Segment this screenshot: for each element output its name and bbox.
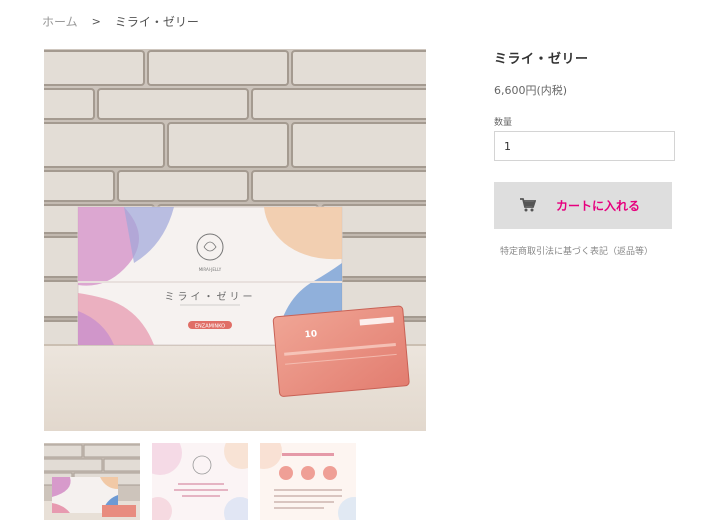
breadcrumb-separator: > <box>91 15 101 28</box>
thumbnail-strip <box>44 443 356 520</box>
thumb-box-design[interactable] <box>152 443 248 520</box>
quantity-label: 数量 <box>494 118 513 128</box>
quantity-input[interactable] <box>494 131 675 161</box>
breadcrumb-home-link[interactable]: ホーム <box>42 13 78 30</box>
main-product-image: MIRAI·JELLY ミライ・ゼリー ENZAMINKO 10 <box>44 49 426 431</box>
breadcrumb-current: ミライ・ゼリー <box>114 15 199 29</box>
product-photo-illustration: MIRAI·JELLY ミライ・ゼリー ENZAMINKO 10 <box>44 49 426 431</box>
add-to-cart-button[interactable]: カートに入れる <box>494 182 672 229</box>
legal-notice-link[interactable]: 特定商取引法に基づく表記（返品等） <box>500 244 653 257</box>
stick-number-text: 10 <box>304 329 317 340</box>
product-title: ミライ・ゼリー <box>494 52 589 67</box>
svg-text:MIRAI·JELLY: MIRAI·JELLY <box>199 267 222 272</box>
shopping-cart-icon <box>520 198 536 212</box>
add-to-cart-label: カートに入れる <box>555 199 640 213</box>
box-brand-text: ミライ・ゼリー <box>165 291 256 303</box>
box-tag-text: ENZAMINKO <box>195 324 225 330</box>
breadcrumb: ホーム > ミライ・ゼリー <box>42 13 199 30</box>
product-price: 6,600円(内税) <box>494 84 568 97</box>
thumb-product-photo[interactable] <box>44 443 140 520</box>
thumb-info-sheet[interactable] <box>260 443 356 520</box>
